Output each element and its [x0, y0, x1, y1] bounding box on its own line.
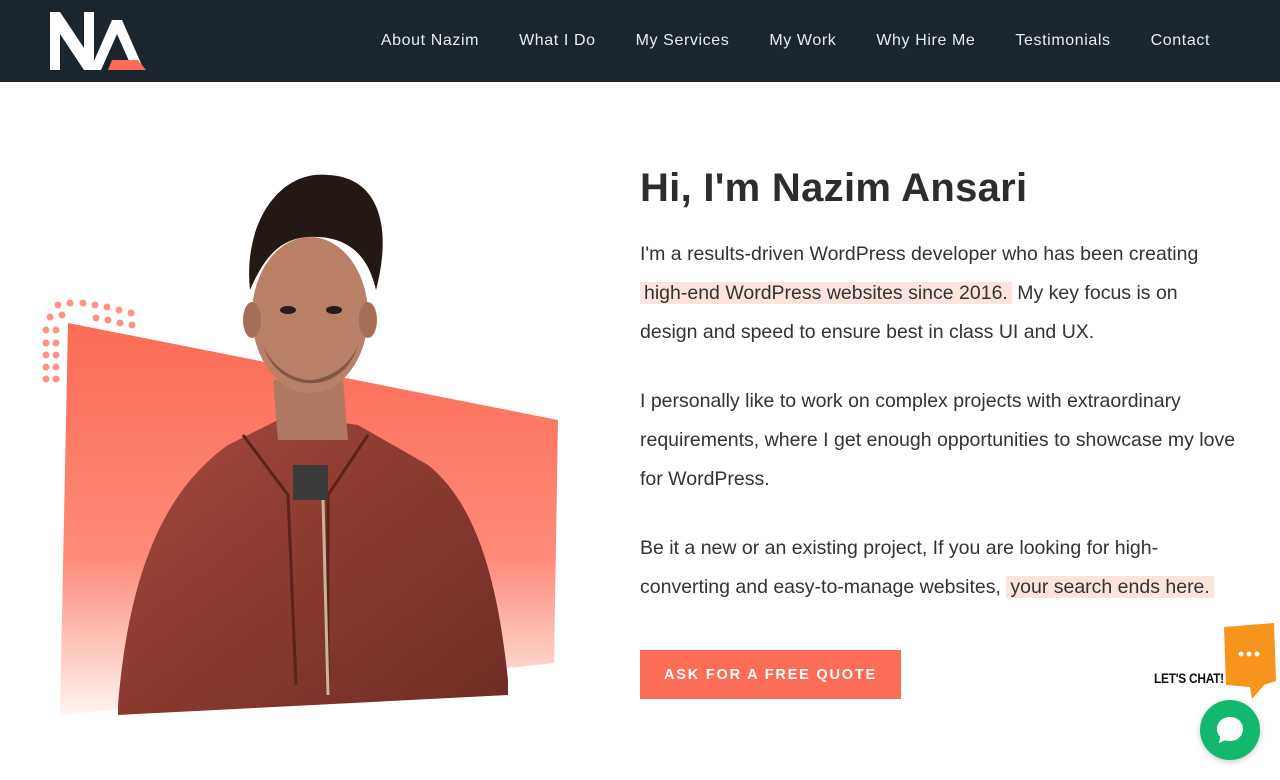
highlight-search-ends: your search ends here.: [1006, 576, 1214, 598]
free-quote-button[interactable]: ASK FOR A FREE QUOTE: [640, 650, 901, 699]
site-header: About Nazim What I Do My Services My Wor…: [0, 0, 1280, 82]
ellipsis-speech-bubble-icon[interactable]: [1220, 623, 1278, 701]
hero-portrait: [42, 174, 558, 715]
chat-icon: [1217, 717, 1243, 743]
chat-launcher-button[interactable]: [1200, 700, 1260, 760]
nav-contact[interactable]: Contact: [1151, 32, 1210, 50]
main-nav: About Nazim What I Do My Services My Wor…: [341, 0, 1210, 82]
nav-why-hire-me[interactable]: Why Hire Me: [876, 32, 975, 50]
nav-what-i-do[interactable]: What I Do: [519, 32, 596, 50]
projects-paragraph: I personally like to work on complex pro…: [640, 390, 1236, 490]
nav-testimonials[interactable]: Testimonials: [1015, 32, 1110, 50]
highlight-since-2016: high-end WordPress websites since 2016.: [640, 282, 1012, 304]
nav-about[interactable]: About Nazim: [381, 32, 479, 50]
page-title: Hi, I'm Nazim Ansari: [640, 166, 1028, 210]
nav-work[interactable]: My Work: [769, 32, 836, 50]
search-paragraph: Be it a new or an existing project, If y…: [640, 529, 1240, 607]
intro-paragraph: I'm a results-driven WordPress developer…: [640, 235, 1240, 352]
nav-services[interactable]: My Services: [636, 32, 730, 50]
intro-text: I'm a results-driven WordPress developer…: [640, 243, 1199, 265]
lets-chat-label[interactable]: LET'S CHAT!: [1154, 670, 1224, 686]
logo-icon[interactable]: [50, 12, 146, 70]
